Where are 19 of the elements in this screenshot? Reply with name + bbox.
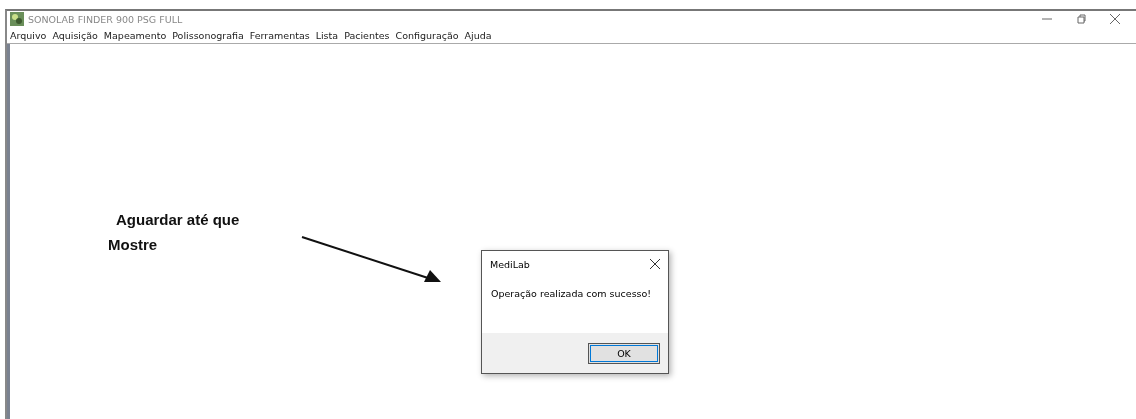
menu-item[interactable]: Aquisição <box>49 29 101 41</box>
ok-button[interactable]: OK <box>588 342 660 364</box>
annotation-text: Mostre <box>108 236 158 253</box>
window-title: SONOLAB FINDER 900 PSG FULL <box>28 13 183 25</box>
dialog-message: Operação realizada com sucesso! <box>490 287 653 301</box>
menu-item[interactable]: Ajuda <box>461 29 495 41</box>
menu-item[interactable]: Pacientes <box>341 29 393 41</box>
menu-item[interactable]: Polissonografia <box>169 29 247 41</box>
close-icon[interactable] <box>650 259 660 269</box>
annotation-text: Aguardar até que <box>116 211 240 228</box>
menu-item[interactable]: Ferramentas <box>246 29 313 41</box>
menu-item[interactable]: Configuração <box>392 29 462 41</box>
dialog-title: MediLab <box>490 258 530 270</box>
menu-item[interactable]: Mapeamento <box>100 29 170 41</box>
app-icon <box>10 12 24 26</box>
menu-item[interactable]: Arquivo <box>7 29 50 41</box>
restore-icon[interactable] <box>1076 14 1086 24</box>
menu-item[interactable]: Lista <box>312 29 342 41</box>
close-icon[interactable] <box>1110 14 1120 24</box>
